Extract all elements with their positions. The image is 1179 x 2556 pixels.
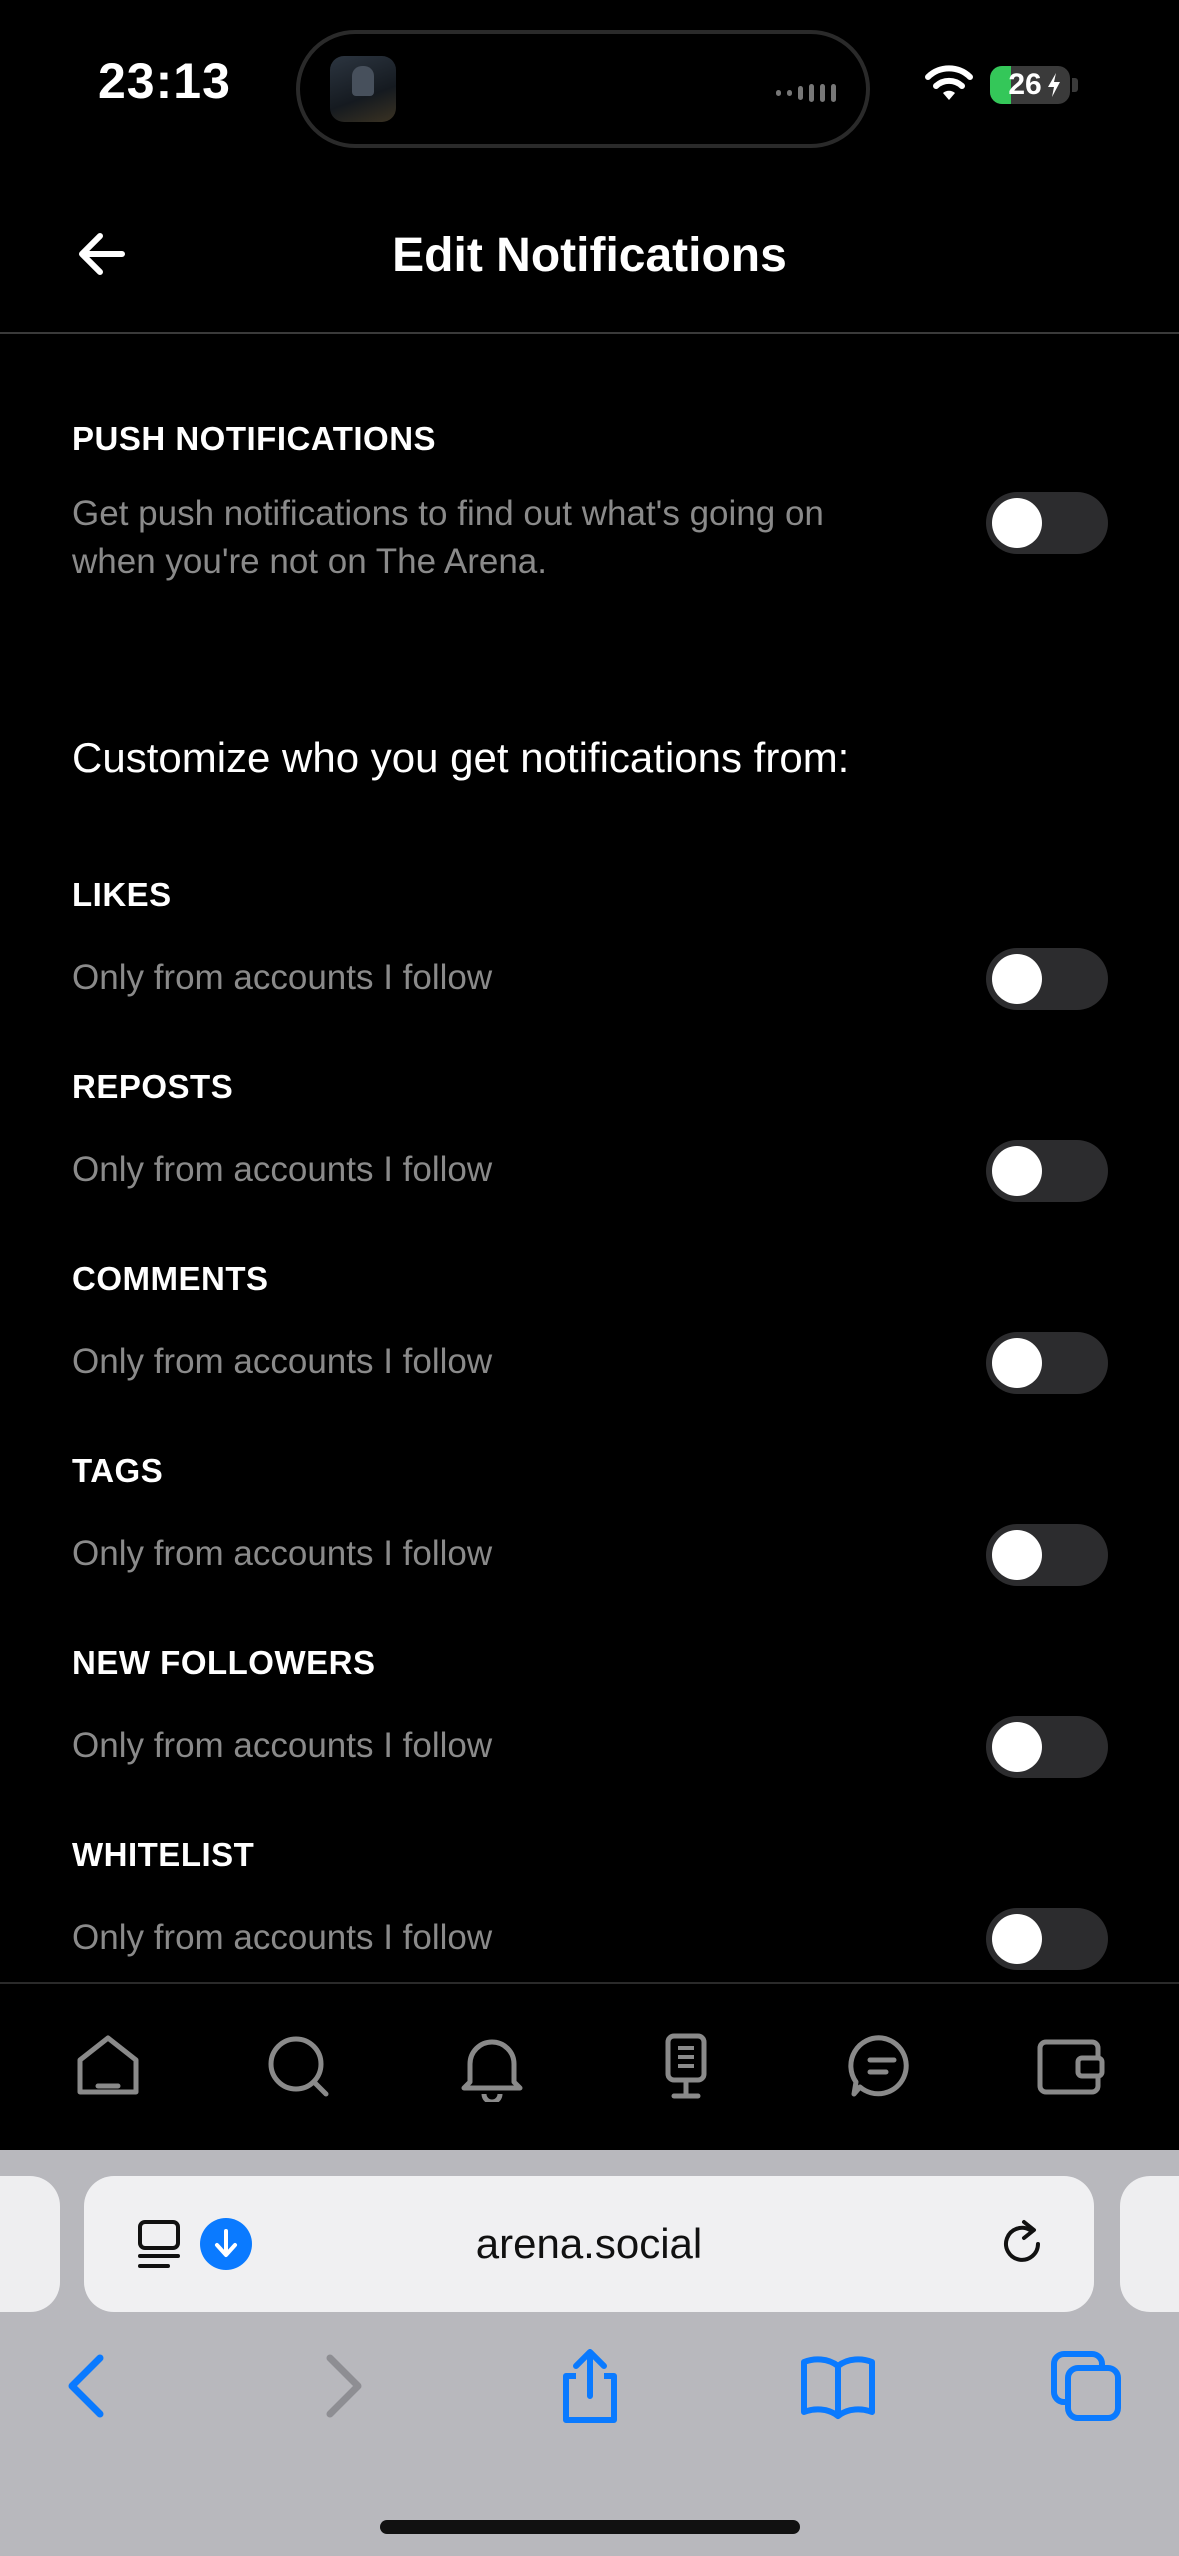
forward-icon[interactable] [302, 2346, 382, 2426]
bookmarks-icon[interactable] [798, 2346, 878, 2426]
new-followers-description: Only from accounts I follow [72, 1726, 493, 1765]
tabs-icon[interactable] [1046, 2346, 1126, 2426]
toggle-knob [992, 1914, 1042, 1964]
new-followers-label: NEW FOLLOWERS [72, 1644, 376, 1681]
whitelist-label: WHITELIST [72, 1836, 255, 1873]
address-bar[interactable]: arena.social [84, 2176, 1094, 2312]
podium-icon[interactable] [650, 2030, 722, 2102]
now-playing-artwork [330, 56, 396, 122]
previous-tab-peek[interactable] [0, 2176, 60, 2312]
reload-icon[interactable] [994, 2216, 1050, 2272]
dynamic-island[interactable] [296, 30, 870, 148]
toggle-knob [992, 1722, 1042, 1772]
status-bar: 23:13 26 [0, 0, 1179, 170]
share-icon[interactable] [550, 2346, 630, 2426]
notification-settings: PUSH NOTIFICATIONS Get push notification… [0, 336, 1179, 1982]
wifi-icon [925, 65, 973, 100]
whitelist-description: Only from accounts I follow [72, 1918, 493, 1957]
reposts-description: Only from accounts I follow [72, 1150, 493, 1189]
status-time: 23:13 [98, 53, 231, 109]
tags-label: TAGS [72, 1452, 164, 1489]
tags-toggle[interactable] [986, 1524, 1108, 1586]
audio-waveform-icon [776, 84, 836, 102]
reposts-label: REPOSTS [72, 1068, 234, 1105]
toggle-knob [992, 1530, 1042, 1580]
tags-description: Only from accounts I follow [72, 1534, 493, 1573]
likes-description: Only from accounts I follow [72, 958, 493, 997]
customize-heading: Customize who you get notifications from… [72, 734, 850, 781]
search-icon[interactable] [262, 2030, 334, 2102]
home-icon[interactable] [72, 2030, 144, 2102]
comments-toggle[interactable] [986, 1332, 1108, 1394]
push-notifications-description-line1: Get push notifications to find out what'… [72, 494, 824, 533]
new-followers-toggle[interactable] [986, 1716, 1108, 1778]
comments-label: COMMENTS [72, 1260, 269, 1297]
home-indicator[interactable] [380, 2520, 800, 2534]
wallet-icon[interactable] [1034, 2030, 1106, 2102]
next-tab-peek[interactable] [1120, 2176, 1179, 2312]
reposts-toggle[interactable] [986, 1140, 1108, 1202]
page-header: Edit Notifications [0, 190, 1179, 334]
likes-label: LIKES [72, 876, 172, 913]
comments-description: Only from accounts I follow [72, 1342, 493, 1381]
battery-cap [1072, 78, 1078, 92]
push-notifications-label: PUSH NOTIFICATIONS [72, 420, 437, 457]
back-icon[interactable] [48, 2346, 128, 2426]
whitelist-toggle[interactable] [986, 1908, 1108, 1970]
toggle-knob [992, 954, 1042, 1004]
bell-icon[interactable] [456, 2030, 528, 2102]
likes-toggle[interactable] [986, 948, 1108, 1010]
toggle-knob [992, 1146, 1042, 1196]
push-notifications-description-line2: when you're not on The Arena. [72, 542, 547, 581]
bottom-nav [0, 1982, 1179, 2150]
battery-icon: 26 [990, 66, 1070, 104]
url-text: arena.social [475, 2220, 703, 2267]
toggle-knob [992, 498, 1042, 548]
charging-bolt-icon [1048, 73, 1060, 97]
push-notifications-toggle[interactable] [986, 492, 1108, 554]
chat-icon[interactable] [846, 2030, 918, 2102]
page-title: Edit Notifications [392, 229, 787, 282]
toggle-knob [992, 1338, 1042, 1388]
